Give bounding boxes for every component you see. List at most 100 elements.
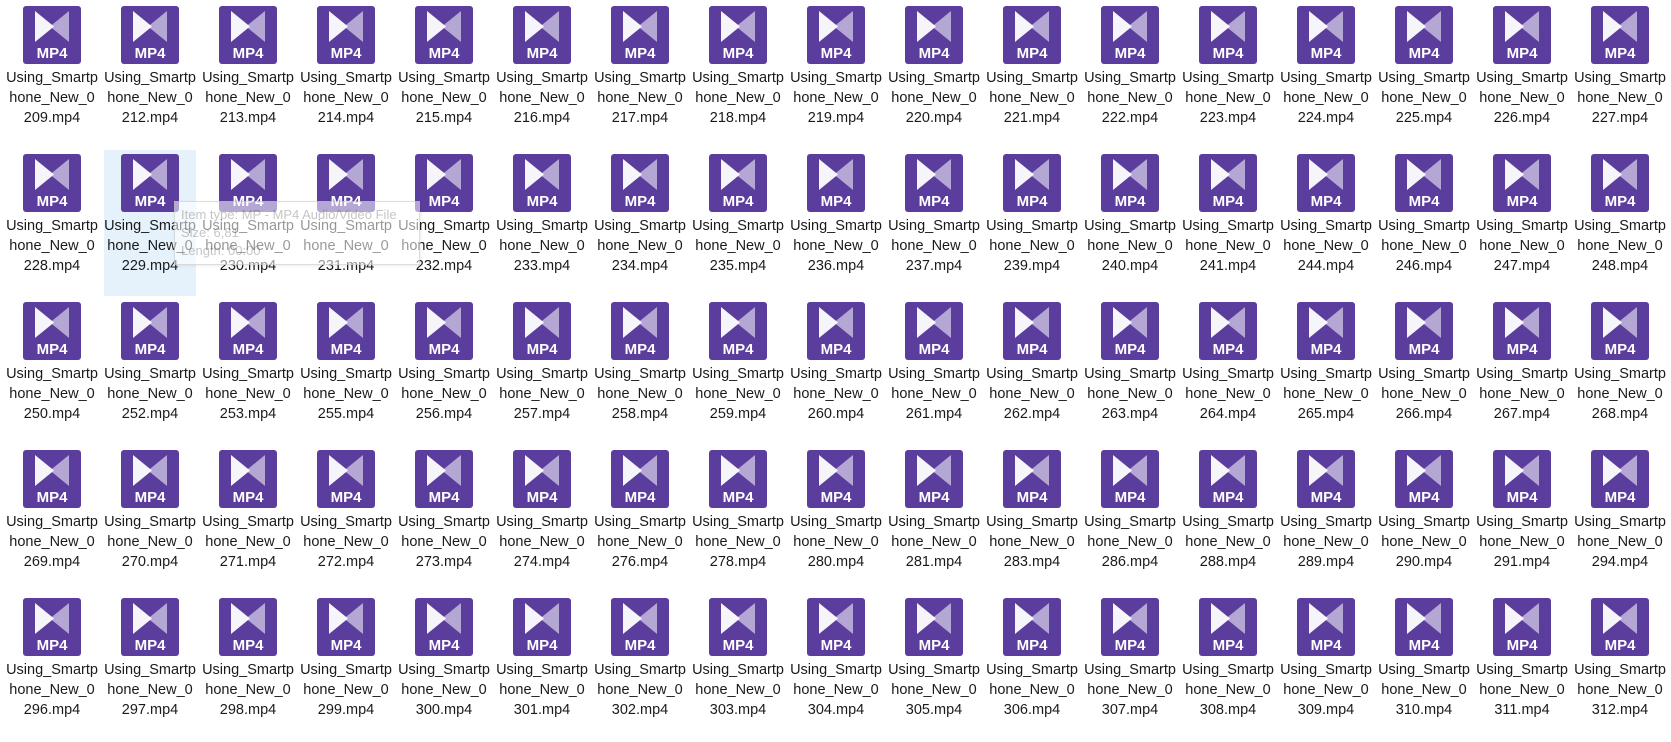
mp4-icon-label: MP4 (1409, 341, 1441, 358)
file-item[interactable]: MP4 Using_Smartphone_New_0227.mp4 (1574, 2, 1666, 148)
file-item[interactable]: MP4 Using_Smartphone_New_0274.mp4 (496, 446, 588, 592)
file-item[interactable]: MP4 Using_Smartphone_New_0217.mp4 (594, 2, 686, 148)
file-item[interactable]: MP4 Using_Smartphone_New_0290.mp4 (1378, 446, 1470, 592)
file-item[interactable]: MP4 Using_Smartphone_New_0297.mp4 (104, 594, 196, 740)
file-item[interactable]: MP4 Using_Smartphone_New_0259.mp4 (692, 298, 784, 444)
file-item[interactable]: MP4 Using_Smartphone_New_0219.mp4 (790, 2, 882, 148)
file-item[interactable]: MP4 Using_Smartphone_New_0240.mp4 (1084, 150, 1176, 296)
file-item[interactable]: MP4 Using_Smartphone_New_0267.mp4 (1476, 298, 1568, 444)
file-item[interactable]: MP4 Using_Smartphone_New_0305.mp4 (888, 594, 980, 740)
file-item[interactable]: MP4 Using_Smartphone_New_0288.mp4 (1182, 446, 1274, 592)
file-item[interactable]: MP4 Using_Smartphone_New_0213.mp4 (202, 2, 294, 148)
file-item[interactable]: MP4 Using_Smartphone_New_0256.mp4 (398, 298, 490, 444)
file-item[interactable]: MP4 Using_Smartphone_New_0229.mp4 (104, 150, 196, 296)
file-item[interactable]: MP4 Using_Smartphone_New_0230.mp4 (202, 150, 294, 296)
file-item[interactable]: MP4 Using_Smartphone_New_0304.mp4 (790, 594, 882, 740)
file-item[interactable]: MP4 Using_Smartphone_New_0283.mp4 (986, 446, 1078, 592)
mp4-icon-label: MP4 (821, 45, 853, 62)
file-item[interactable]: MP4 Using_Smartphone_New_0225.mp4 (1378, 2, 1470, 148)
file-item[interactable]: MP4 Using_Smartphone_New_0296.mp4 (6, 594, 98, 740)
mp4-icon-label: MP4 (723, 341, 755, 358)
mp4-file-icon: MP4 (121, 6, 179, 64)
file-item[interactable]: MP4 Using_Smartphone_New_0228.mp4 (6, 150, 98, 296)
file-item[interactable]: MP4 Using_Smartphone_New_0300.mp4 (398, 594, 490, 740)
file-item[interactable]: MP4 Using_Smartphone_New_0272.mp4 (300, 446, 392, 592)
file-item[interactable]: MP4 Using_Smartphone_New_0268.mp4 (1574, 298, 1666, 444)
mp4-icon-label: MP4 (37, 45, 69, 62)
file-item[interactable]: MP4 Using_Smartphone_New_0216.mp4 (496, 2, 588, 148)
file-item[interactable]: MP4 Using_Smartphone_New_0306.mp4 (986, 594, 1078, 740)
file-item[interactable]: MP4 Using_Smartphone_New_0280.mp4 (790, 446, 882, 592)
file-item[interactable]: MP4 Using_Smartphone_New_0260.mp4 (790, 298, 882, 444)
file-item[interactable]: MP4 Using_Smartphone_New_0262.mp4 (986, 298, 1078, 444)
file-item[interactable]: MP4 Using_Smartphone_New_0244.mp4 (1280, 150, 1372, 296)
file-item[interactable]: MP4 Using_Smartphone_New_0261.mp4 (888, 298, 980, 444)
file-item[interactable]: MP4 Using_Smartphone_New_0209.mp4 (6, 2, 98, 148)
file-item[interactable]: MP4 Using_Smartphone_New_0311.mp4 (1476, 594, 1568, 740)
file-name-label: Using_Smartphone_New_0262.mp4 (986, 366, 1078, 422)
file-item[interactable]: MP4 Using_Smartphone_New_0232.mp4 (398, 150, 490, 296)
file-item[interactable]: MP4 Using_Smartphone_New_0308.mp4 (1182, 594, 1274, 740)
file-item[interactable]: MP4 Using_Smartphone_New_0264.mp4 (1182, 298, 1274, 444)
file-item[interactable]: MP4 Using_Smartphone_New_0286.mp4 (1084, 446, 1176, 592)
file-item[interactable]: MP4 Using_Smartphone_New_0246.mp4 (1378, 150, 1470, 296)
mp4-file-icon: MP4 (219, 450, 277, 508)
file-item[interactable]: MP4 Using_Smartphone_New_0281.mp4 (888, 446, 980, 592)
mp4-icon-label: MP4 (1409, 45, 1441, 62)
file-item[interactable]: MP4 Using_Smartphone_New_0241.mp4 (1182, 150, 1274, 296)
file-item[interactable]: MP4 Using_Smartphone_New_0291.mp4 (1476, 446, 1568, 592)
mp4-file-icon: MP4 (611, 450, 669, 508)
file-item[interactable]: MP4 Using_Smartphone_New_0273.mp4 (398, 446, 490, 592)
mp4-icon-label: MP4 (429, 341, 461, 358)
file-item[interactable]: MP4 Using_Smartphone_New_0223.mp4 (1182, 2, 1274, 148)
file-item[interactable]: MP4 Using_Smartphone_New_0247.mp4 (1476, 150, 1568, 296)
file-item[interactable]: MP4 Using_Smartphone_New_0222.mp4 (1084, 2, 1176, 148)
file-item[interactable]: MP4 Using_Smartphone_New_0235.mp4 (692, 150, 784, 296)
file-item[interactable]: MP4 Using_Smartphone_New_0299.mp4 (300, 594, 392, 740)
file-item[interactable]: MP4 Using_Smartphone_New_0294.mp4 (1574, 446, 1666, 592)
file-item[interactable]: MP4 Using_Smartphone_New_0250.mp4 (6, 298, 98, 444)
file-item[interactable]: MP4 Using_Smartphone_New_0214.mp4 (300, 2, 392, 148)
file-item[interactable]: MP4 Using_Smartphone_New_0255.mp4 (300, 298, 392, 444)
file-item[interactable]: MP4 Using_Smartphone_New_0224.mp4 (1280, 2, 1372, 148)
file-item[interactable]: MP4 Using_Smartphone_New_0226.mp4 (1476, 2, 1568, 148)
file-item[interactable]: MP4 Using_Smartphone_New_0276.mp4 (594, 446, 686, 592)
mp4-file-icon: MP4 (121, 154, 179, 212)
file-item[interactable]: MP4 Using_Smartphone_New_0237.mp4 (888, 150, 980, 296)
file-item[interactable]: MP4 Using_Smartphone_New_0312.mp4 (1574, 594, 1666, 740)
file-item[interactable]: MP4 Using_Smartphone_New_0258.mp4 (594, 298, 686, 444)
file-item[interactable]: MP4 Using_Smartphone_New_0236.mp4 (790, 150, 882, 296)
file-item[interactable]: MP4 Using_Smartphone_New_0231.mp4 (300, 150, 392, 296)
file-item[interactable]: MP4 Using_Smartphone_New_0301.mp4 (496, 594, 588, 740)
file-item[interactable]: MP4 Using_Smartphone_New_0263.mp4 (1084, 298, 1176, 444)
file-item[interactable]: MP4 Using_Smartphone_New_0239.mp4 (986, 150, 1078, 296)
file-item[interactable]: MP4 Using_Smartphone_New_0269.mp4 (6, 446, 98, 592)
file-item[interactable]: MP4 Using_Smartphone_New_0220.mp4 (888, 2, 980, 148)
file-item[interactable]: MP4 Using_Smartphone_New_0310.mp4 (1378, 594, 1470, 740)
file-item[interactable]: MP4 Using_Smartphone_New_0221.mp4 (986, 2, 1078, 148)
file-item[interactable]: MP4 Using_Smartphone_New_0265.mp4 (1280, 298, 1372, 444)
file-item[interactable]: MP4 Using_Smartphone_New_0248.mp4 (1574, 150, 1666, 296)
file-item[interactable]: MP4 Using_Smartphone_New_0289.mp4 (1280, 446, 1372, 592)
mp4-icon-label: MP4 (1115, 489, 1147, 506)
file-item[interactable]: MP4 Using_Smartphone_New_0266.mp4 (1378, 298, 1470, 444)
file-item[interactable]: MP4 Using_Smartphone_New_0307.mp4 (1084, 594, 1176, 740)
file-item[interactable]: MP4 Using_Smartphone_New_0252.mp4 (104, 298, 196, 444)
file-item[interactable]: MP4 Using_Smartphone_New_0303.mp4 (692, 594, 784, 740)
file-name-label: Using_Smartphone_New_0259.mp4 (692, 366, 784, 422)
file-item[interactable]: MP4 Using_Smartphone_New_0302.mp4 (594, 594, 686, 740)
file-item[interactable]: MP4 Using_Smartphone_New_0298.mp4 (202, 594, 294, 740)
file-name-label: Using_Smartphone_New_0303.mp4 (692, 662, 784, 718)
file-item[interactable]: MP4 Using_Smartphone_New_0233.mp4 (496, 150, 588, 296)
file-item[interactable]: MP4 Using_Smartphone_New_0212.mp4 (104, 2, 196, 148)
file-item[interactable]: MP4 Using_Smartphone_New_0215.mp4 (398, 2, 490, 148)
file-item[interactable]: MP4 Using_Smartphone_New_0270.mp4 (104, 446, 196, 592)
file-item[interactable]: MP4 Using_Smartphone_New_0234.mp4 (594, 150, 686, 296)
file-item[interactable]: MP4 Using_Smartphone_New_0257.mp4 (496, 298, 588, 444)
file-item[interactable]: MP4 Using_Smartphone_New_0271.mp4 (202, 446, 294, 592)
file-item[interactable]: MP4 Using_Smartphone_New_0309.mp4 (1280, 594, 1372, 740)
mp4-file-icon: MP4 (709, 598, 767, 656)
file-item[interactable]: MP4 Using_Smartphone_New_0253.mp4 (202, 298, 294, 444)
file-item[interactable]: MP4 Using_Smartphone_New_0218.mp4 (692, 2, 784, 148)
file-item[interactable]: MP4 Using_Smartphone_New_0278.mp4 (692, 446, 784, 592)
